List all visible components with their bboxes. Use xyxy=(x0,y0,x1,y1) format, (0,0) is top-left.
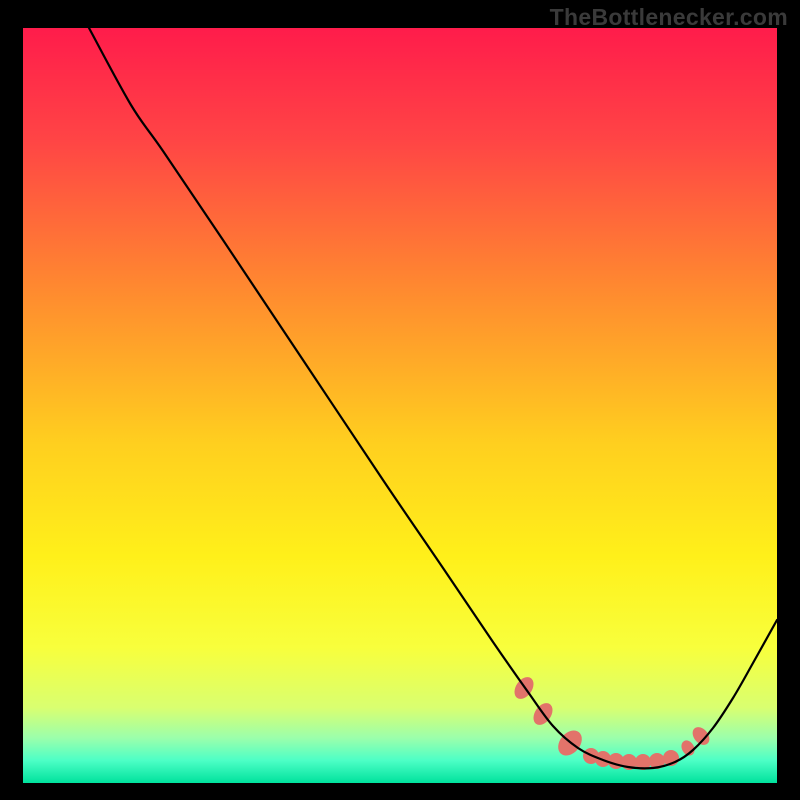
plot-area xyxy=(23,28,777,783)
gradient-background xyxy=(23,28,777,783)
chart-svg xyxy=(23,28,777,783)
chart-frame: TheBottlenecker.com xyxy=(0,0,800,800)
watermark-text: TheBottlenecker.com xyxy=(550,4,788,31)
